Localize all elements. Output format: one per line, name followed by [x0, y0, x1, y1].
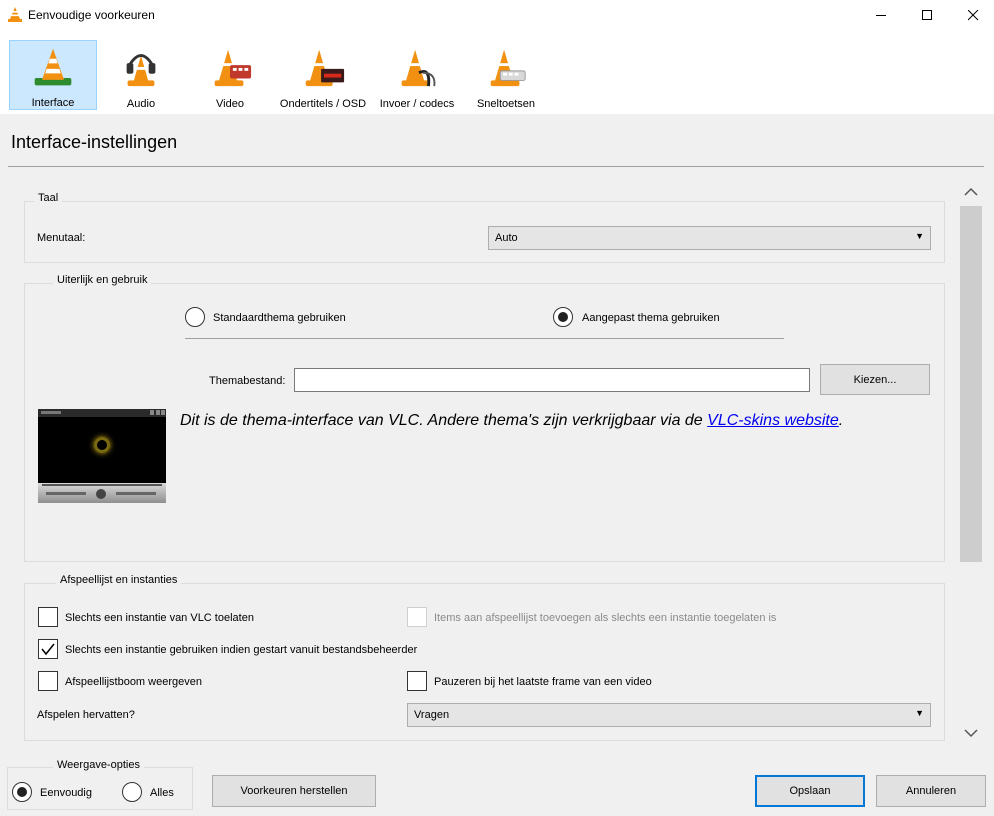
cancel-button[interactable]: Annuleren: [876, 775, 986, 807]
vlc-cone-interface-icon: [34, 48, 72, 86]
chevron-down-icon: [964, 729, 978, 738]
tab-hotkeys-label: Sneltoetsen: [476, 98, 536, 110]
theme-description-text: Dit is de thema-interface van VLC. Ander…: [180, 412, 708, 429]
group-playlist-title: Afspeellijst en instanties: [56, 574, 182, 586]
close-icon: [967, 9, 978, 20]
radio-custom-theme-label: Aangepast thema gebruiken: [582, 312, 720, 324]
menu-language-select[interactable]: Auto ▼: [488, 226, 931, 250]
tab-input-codecs-label: Invoer / codecs: [379, 98, 455, 110]
minimize-icon: [875, 14, 886, 16]
vlc-skins-link[interactable]: VLC-skins website: [707, 412, 839, 429]
checkbox-one-instance[interactable]: [38, 607, 58, 627]
theme-file-label: Themabestand:: [209, 375, 286, 387]
group-language-title: Taal: [34, 192, 63, 204]
radio-simple-view-label: Eenvoudig: [40, 787, 92, 799]
theme-divider: [185, 338, 784, 339]
checkmark-icon: [41, 643, 55, 656]
checkbox-enqueue[interactable]: [407, 607, 427, 627]
theme-description-end: .: [838, 412, 844, 429]
minimize-button[interactable]: [858, 0, 904, 30]
skin-preview-image: [38, 409, 166, 503]
dropdown-arrow-icon: ▼: [915, 708, 924, 718]
checkbox-playlist-tree-label: Afspeellijstboom weergeven: [65, 676, 202, 688]
theme-file-input[interactable]: [294, 368, 810, 392]
resume-playback-label: Afspelen hervatten?: [37, 709, 135, 721]
vlc-cone-cable-icon: [401, 49, 436, 87]
group-view-options-title: Weergave-opties: [53, 759, 144, 771]
radio-all-view[interactable]: [122, 782, 142, 802]
menu-language-label: Menutaal:: [37, 232, 86, 244]
tab-video-label: Video: [216, 98, 244, 110]
resume-playback-value: Vragen: [414, 709, 450, 721]
radio-all-view-label: Alles: [150, 787, 174, 799]
maximize-button[interactable]: [904, 0, 950, 30]
save-button[interactable]: Opslaan: [755, 775, 865, 807]
tab-audio[interactable]: Audio: [97, 40, 185, 110]
tab-audio-label: Audio: [126, 98, 156, 110]
vlc-cone-film-icon: [214, 49, 252, 87]
tab-interface[interactable]: Interface: [9, 40, 97, 110]
title-bar: Eenvoudige voorkeuren: [0, 0, 994, 30]
tab-subtitles-osd-label: Ondertitels / OSD: [279, 98, 367, 110]
scrollbar-thumb[interactable]: [960, 206, 982, 562]
checkbox-one-instance-label: Slechts een instantie van VLC toelaten: [65, 612, 254, 624]
close-button[interactable]: [950, 0, 994, 30]
vlc-cone-icon: [8, 7, 22, 22]
tab-input-codecs[interactable]: Invoer / codecs: [374, 40, 460, 110]
vlc-cone-headphones-icon: [126, 54, 156, 87]
theme-description: Dit is de thema-interface van VLC. Ander…: [180, 412, 940, 430]
tab-hotkeys[interactable]: Sneltoetsen: [462, 40, 550, 110]
scroll-down-button[interactable]: [962, 727, 980, 742]
reset-preferences-button[interactable]: Voorkeuren herstellen: [212, 775, 376, 807]
tab-subtitles-osd[interactable]: Ondertitels / OSD: [275, 40, 371, 110]
choose-theme-button[interactable]: Kiezen...: [820, 364, 930, 395]
radio-default-theme[interactable]: [185, 307, 205, 327]
checkbox-file-manager[interactable]: [38, 639, 58, 659]
tab-interface-label: Interface: [31, 97, 75, 109]
checkbox-pause-last-frame[interactable]: [407, 671, 427, 691]
chevron-up-icon: [964, 187, 978, 196]
menu-language-value: Auto: [495, 232, 518, 244]
tab-video[interactable]: Video: [186, 40, 274, 110]
vlc-cone-keyboard-icon: [490, 49, 526, 87]
resume-playback-select[interactable]: Vragen ▼: [407, 703, 931, 727]
checkbox-pause-last-frame-label: Pauzeren bij het laatste frame van een v…: [434, 676, 652, 688]
category-toolbar: Interface Audio Video Ondertitels / OSD …: [0, 30, 994, 114]
window-title: Eenvoudige voorkeuren: [28, 8, 155, 22]
scroll-up-button[interactable]: [962, 186, 980, 201]
vlc-cone-subtitles-icon: [305, 49, 345, 87]
heading-divider: [8, 166, 984, 167]
dropdown-arrow-icon: ▼: [915, 231, 924, 241]
radio-selected-dot: [17, 787, 27, 797]
radio-selected-dot: [558, 312, 568, 322]
maximize-icon: [921, 9, 932, 20]
radio-default-theme-label: Standaardthema gebruiken: [213, 312, 346, 324]
checkbox-enqueue-label: Items aan afspeellijst toevoegen als sle…: [434, 612, 777, 624]
radio-custom-theme[interactable]: [553, 307, 573, 327]
checkbox-file-manager-label: Slechts een instantie gebruiken indien g…: [65, 644, 418, 656]
radio-simple-view[interactable]: [12, 782, 32, 802]
checkbox-playlist-tree[interactable]: [38, 671, 58, 691]
group-appearance-title: Uiterlijk en gebruik: [53, 274, 152, 286]
page-title: Interface-instellingen: [11, 132, 178, 152]
